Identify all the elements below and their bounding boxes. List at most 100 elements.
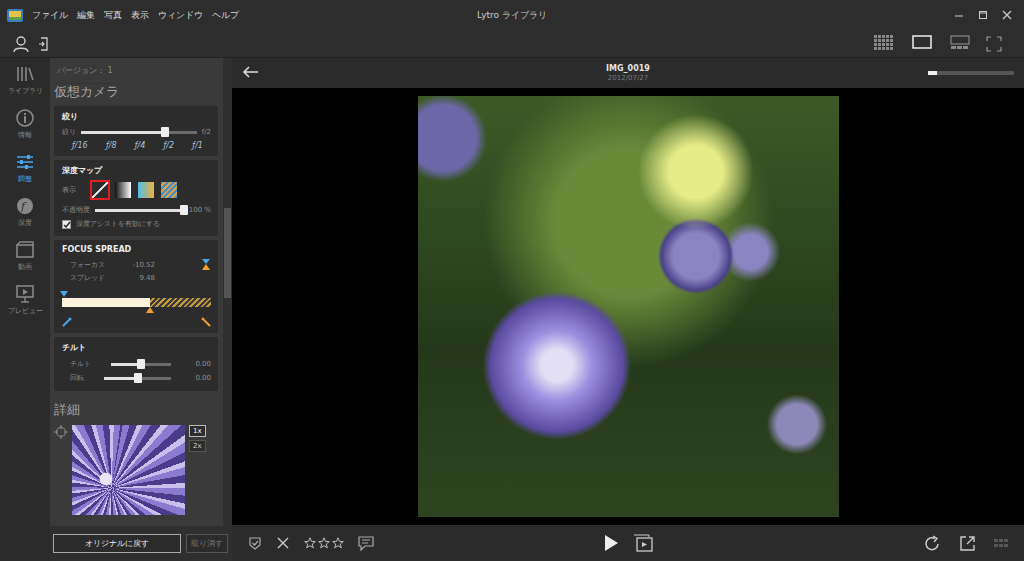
grid-icon[interactable] [994, 539, 1008, 547]
focus-label: スプレッド [70, 273, 105, 283]
rail-item[interactable]: 情報 [0, 108, 50, 146]
user-icon[interactable] [12, 35, 30, 53]
star-rating[interactable] [304, 537, 344, 549]
near-marker[interactable] [60, 291, 68, 297]
slider-knob[interactable] [180, 205, 188, 215]
pick-icon[interactable] [248, 536, 262, 551]
info-icon [15, 108, 35, 128]
view-mode-button[interactable] [948, 32, 972, 56]
slider-knob[interactable] [161, 127, 169, 137]
depth-swatch[interactable] [159, 180, 179, 200]
section-title: 詳細 [54, 402, 80, 417]
minimize-icon[interactable] [954, 10, 964, 20]
reject-icon[interactable] [276, 536, 290, 550]
slider-fill [95, 209, 184, 212]
slider-fill [104, 377, 138, 380]
rail-item[interactable]: f 深度 [0, 196, 50, 234]
zoom-slider[interactable] [928, 71, 1014, 75]
rail-label: ライブラリ [8, 86, 43, 96]
detail-thumbnail[interactable] [72, 425, 185, 515]
tilt-slider[interactable] [104, 377, 171, 380]
slideshow-icon[interactable] [633, 534, 653, 552]
slider-knob[interactable] [134, 373, 142, 383]
aperture-tick: ƒ/4 [135, 141, 146, 150]
rail-item[interactable]: 調整 [0, 152, 50, 190]
adjust-panel: バージョン： 1仮想カメラ絞り絞りf/2ƒ/16ƒ/8ƒ/4ƒ/2ƒ/1深度マッ… [50, 58, 232, 561]
panel-button[interactable]: オリジナルに戻す [53, 534, 181, 553]
comment-icon[interactable] [358, 536, 374, 551]
menu-item[interactable]: ウィンドウ [158, 9, 203, 22]
focus-spread-fill [62, 298, 150, 307]
focus-label: フォーカス [70, 260, 105, 270]
scrollbar[interactable] [223, 58, 232, 526]
focus-value: 9.48 [115, 274, 155, 282]
markers-icon [201, 258, 211, 270]
photo-date: 2012/07/27 [608, 74, 648, 82]
nav-rail: ライブラリ情報調整 f 深度動画プレビュー [0, 58, 50, 561]
export-icon[interactable] [959, 535, 976, 552]
zoom-fill [928, 71, 937, 75]
zoom-label: 2x [193, 442, 202, 450]
menu-item[interactable]: 編集 [77, 9, 95, 22]
focus-spread-bar[interactable] [62, 298, 211, 307]
star-icon[interactable] [304, 537, 316, 549]
far-marker[interactable] [146, 307, 154, 313]
depth-swatch[interactable] [113, 180, 133, 200]
library-icon [15, 64, 35, 84]
rail-item[interactable]: プレビュー [0, 284, 50, 322]
view-mode-icon [912, 34, 932, 50]
assist-checkbox[interactable] [62, 220, 71, 229]
rail-item[interactable]: 動画 [0, 240, 50, 278]
card-title: 絞り [62, 112, 78, 121]
crosshair-icon[interactable] [54, 425, 68, 439]
rail-item[interactable]: ライブラリ [0, 64, 50, 102]
depth-swatch[interactable] [136, 180, 156, 200]
play-icon[interactable] [603, 534, 619, 552]
photo-title: IMG_0019 [606, 64, 650, 73]
button-label: オリジナルに戻す [85, 539, 149, 548]
assist-label[interactable]: 深度アシストを有効にする [76, 219, 160, 229]
section-title: 仮想カメラ [54, 84, 119, 99]
rotate-icon[interactable] [924, 535, 941, 552]
logout-icon[interactable] [38, 36, 48, 52]
aperture-value: f/2 [202, 128, 211, 136]
menu-item[interactable]: ファイル [32, 9, 68, 22]
eyedropper-icon[interactable] [62, 317, 72, 327]
menu-item[interactable]: 表示 [131, 9, 149, 22]
close-icon[interactable] [1002, 10, 1012, 20]
card-title: チルト [62, 343, 86, 352]
back-arrow-icon[interactable] [242, 65, 260, 79]
slider-knob[interactable] [137, 359, 145, 369]
zoom-label: 1x [193, 427, 202, 435]
photo[interactable] [418, 96, 839, 517]
scroll-thumb[interactable] [224, 208, 231, 298]
card-title: 深度マップ [62, 166, 102, 175]
opacity-label: 不透明度 [62, 205, 90, 215]
eyedropper-icon[interactable] [201, 317, 211, 327]
depth-icon: f [15, 196, 35, 216]
menu-bar: ファイル編集写真表示ウィンドウヘルプ [32, 9, 239, 22]
zoom-button[interactable]: 2x [189, 440, 206, 452]
view-mode-button[interactable] [910, 32, 934, 56]
opacity-slider[interactable] [95, 209, 184, 212]
focus-value: -10.52 [115, 261, 155, 269]
zoom-button[interactable]: 1x [189, 425, 206, 437]
rail-label: プレビュー [8, 306, 43, 316]
menu-item[interactable]: ヘルプ [212, 9, 239, 22]
rail-label: 深度 [18, 218, 32, 228]
panel-button: 取り消す [186, 534, 228, 553]
aperture-tick: ƒ/16 [72, 141, 88, 150]
fullscreen-icon[interactable] [986, 36, 1002, 52]
star-icon[interactable] [332, 537, 344, 549]
depth-swatch[interactable] [90, 180, 110, 200]
menu-item[interactable]: 写真 [104, 9, 122, 22]
app-logo-icon [6, 7, 24, 24]
view-mode-button[interactable] [872, 32, 896, 56]
depth-map-card: 深度マップ表示不透明度100 %深度アシストを有効にする [54, 160, 218, 236]
rail-label: 調整 [18, 174, 32, 184]
maximize-icon[interactable] [978, 10, 988, 20]
rail-label: 情報 [18, 130, 32, 140]
tilt-slider[interactable] [111, 363, 171, 366]
aperture-slider[interactable] [81, 131, 197, 134]
star-icon[interactable] [318, 537, 330, 549]
